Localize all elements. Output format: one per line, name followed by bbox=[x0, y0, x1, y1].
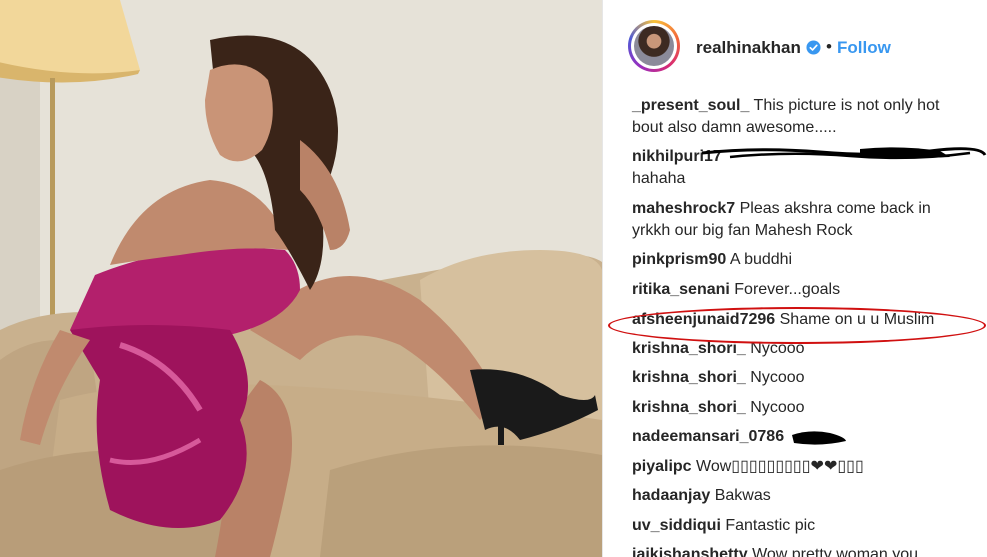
comment: hadaanjay Bakwas bbox=[632, 485, 962, 507]
post-header: realhinakhan • Follow bbox=[603, 0, 987, 90]
comment-text: Nycooo bbox=[750, 369, 805, 386]
comment-username[interactable]: _present_soul_ bbox=[632, 97, 749, 114]
comment: ritika_senani Forever...goals bbox=[632, 279, 962, 301]
avatar[interactable] bbox=[628, 20, 680, 72]
comment-text: Wow▯▯▯▯▯▯▯▯▯❤❤▯▯▯ bbox=[696, 458, 864, 475]
comment: pinkprism90 A buddhi bbox=[632, 249, 962, 271]
comment-text: hahaha bbox=[632, 170, 686, 187]
comment-username[interactable]: krishna_shori_ bbox=[632, 369, 746, 386]
avatar-image bbox=[634, 26, 674, 66]
comment-username[interactable]: krishna_shori_ bbox=[632, 399, 746, 416]
comment-text: Forever...goals bbox=[734, 281, 841, 298]
comment: krishna_shori_ Nycooo bbox=[632, 397, 962, 419]
comment: piyalipc Wow▯▯▯▯▯▯▯▯▯❤❤▯▯▯ bbox=[632, 456, 962, 478]
verified-badge-icon bbox=[806, 40, 821, 55]
comment: maheshrock7 Pleas akshra come back in yr… bbox=[632, 198, 962, 242]
comment-username[interactable]: jaikishanshetty bbox=[632, 546, 748, 557]
comment-text: Bakwas bbox=[714, 487, 771, 504]
comment-username[interactable]: piyalipc bbox=[632, 458, 692, 475]
comment-text: Fantastic pic bbox=[725, 517, 816, 534]
post-photo[interactable] bbox=[0, 0, 602, 557]
comment-username[interactable]: hadaanjay bbox=[632, 487, 710, 504]
comments-panel: realhinakhan • Follow _present_soul_ Thi… bbox=[603, 0, 987, 557]
comment-username[interactable]: uv_siddiqui bbox=[632, 517, 721, 534]
annotation-circle bbox=[608, 307, 986, 344]
comment: _present_soul_ This picture is not only … bbox=[632, 95, 962, 139]
redaction-scribble bbox=[792, 431, 846, 445]
comment-username[interactable]: nadeemansari_0786 bbox=[632, 428, 784, 445]
photo-illustration bbox=[0, 0, 602, 557]
follow-button[interactable]: Follow bbox=[837, 38, 891, 58]
comment-username[interactable]: pinkprism90 bbox=[632, 251, 726, 268]
comment-username[interactable]: maheshrock7 bbox=[632, 200, 735, 217]
comment: krishna_shori_ Nycooo bbox=[632, 367, 962, 389]
comment-text: Wow pretty woman you bbox=[752, 546, 919, 557]
comment-username[interactable]: ritika_senani bbox=[632, 281, 730, 298]
separator-dot: • bbox=[826, 37, 832, 56]
post-username[interactable]: realhinakhan bbox=[696, 38, 801, 58]
redaction-scribble bbox=[701, 147, 987, 160]
comment: jaikishanshetty Wow pretty woman you bbox=[632, 544, 962, 557]
comment-text: Nycooo bbox=[750, 399, 805, 416]
comment: uv_siddiqui Fantastic pic bbox=[632, 515, 962, 537]
comment-text: A buddhi bbox=[729, 251, 793, 268]
